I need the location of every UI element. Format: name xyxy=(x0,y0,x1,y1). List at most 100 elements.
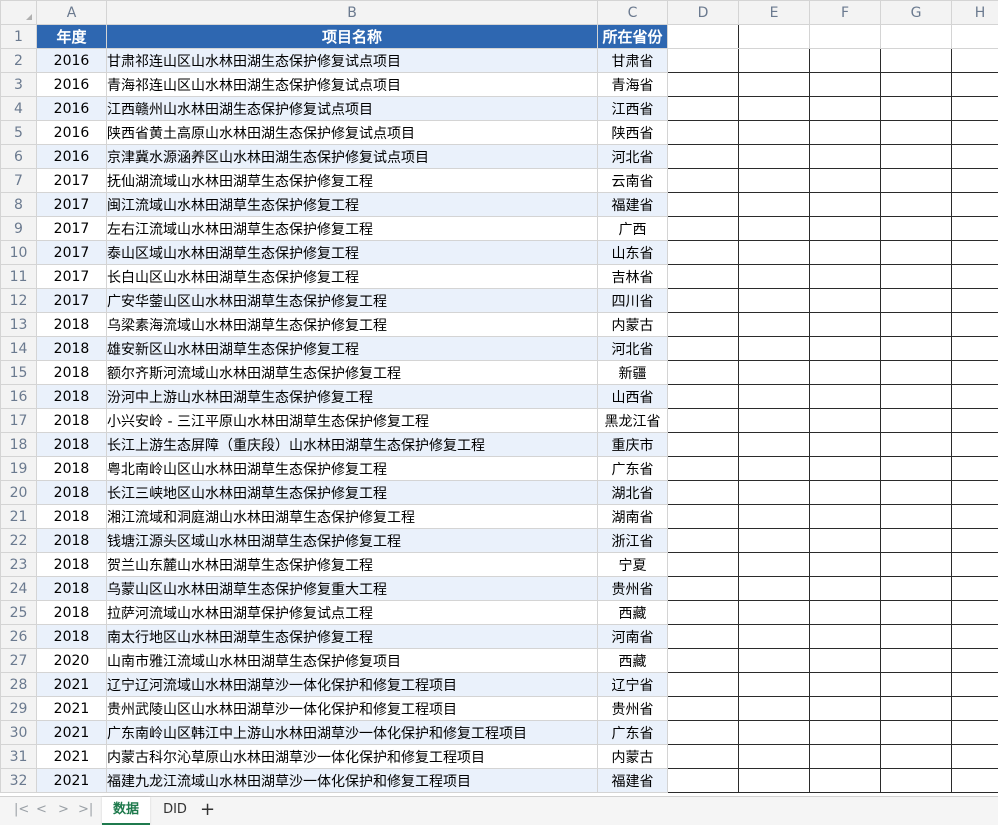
cell[interactable] xyxy=(668,385,739,409)
project-name-cell[interactable]: 拉萨河流域山水林田湖草保护修复试点工程 xyxy=(107,601,598,625)
province-cell[interactable]: 内蒙古 xyxy=(598,745,668,769)
cell[interactable] xyxy=(881,313,952,337)
project-name-cell[interactable]: 长江上游生态屏障（重庆段）山水林田湖草生态保护修复工程 xyxy=(107,433,598,457)
cell[interactable] xyxy=(952,97,998,121)
province-cell[interactable]: 山西省 xyxy=(598,385,668,409)
row-header[interactable]: 1 xyxy=(1,25,37,49)
year-cell[interactable]: 2016 xyxy=(37,121,107,145)
cell[interactable] xyxy=(739,409,810,433)
cell[interactable] xyxy=(668,217,739,241)
sheet-tab-data[interactable]: 数据 xyxy=(102,797,150,825)
cell[interactable] xyxy=(668,121,739,145)
cell[interactable] xyxy=(810,385,881,409)
year-cell[interactable]: 2021 xyxy=(37,673,107,697)
year-cell[interactable]: 2020 xyxy=(37,649,107,673)
province-cell[interactable]: 内蒙古 xyxy=(598,313,668,337)
cell[interactable] xyxy=(810,625,881,649)
cell[interactable] xyxy=(668,769,739,793)
cell[interactable] xyxy=(739,457,810,481)
project-name-cell[interactable]: 长白山区山水林田湖草生态保护修复工程 xyxy=(107,265,598,289)
cell[interactable] xyxy=(810,553,881,577)
cell[interactable] xyxy=(668,505,739,529)
cell[interactable] xyxy=(952,313,998,337)
header-cell-province[interactable]: 所在省份 xyxy=(598,25,668,49)
cell[interactable] xyxy=(952,649,998,673)
province-cell[interactable]: 黑龙江省 xyxy=(598,409,668,433)
cell[interactable] xyxy=(881,553,952,577)
cell[interactable] xyxy=(810,577,881,601)
year-cell[interactable]: 2016 xyxy=(37,73,107,97)
project-name-cell[interactable]: 青海祁连山区山水林田湖生态保护修复试点项目 xyxy=(107,73,598,97)
cell[interactable] xyxy=(952,385,998,409)
row-header[interactable]: 22 xyxy=(1,529,37,553)
project-name-cell[interactable]: 乌蒙山区山水林田湖草生态保护修复重大工程 xyxy=(107,577,598,601)
row-header[interactable]: 5 xyxy=(1,121,37,145)
year-cell[interactable]: 2017 xyxy=(37,241,107,265)
cell[interactable] xyxy=(810,769,881,793)
province-cell[interactable]: 福建省 xyxy=(598,193,668,217)
cell[interactable] xyxy=(881,337,952,361)
cell[interactable] xyxy=(810,457,881,481)
cell[interactable] xyxy=(952,217,998,241)
cell[interactable] xyxy=(881,169,952,193)
project-name-cell[interactable]: 汾河中上游山水林田湖草生态保护修复工程 xyxy=(107,385,598,409)
row-header[interactable]: 13 xyxy=(1,313,37,337)
cell[interactable] xyxy=(668,409,739,433)
province-cell[interactable]: 贵州省 xyxy=(598,697,668,721)
province-cell[interactable]: 贵州省 xyxy=(598,577,668,601)
province-cell[interactable]: 河北省 xyxy=(598,145,668,169)
row-header[interactable]: 15 xyxy=(1,361,37,385)
cell[interactable] xyxy=(810,409,881,433)
cell[interactable] xyxy=(881,673,952,697)
province-cell[interactable]: 云南省 xyxy=(598,169,668,193)
cell[interactable] xyxy=(810,673,881,697)
cell[interactable] xyxy=(881,481,952,505)
project-name-cell[interactable]: 粤北南岭山区山水林田湖草生态保护修复工程 xyxy=(107,457,598,481)
row-header[interactable]: 7 xyxy=(1,169,37,193)
cell[interactable] xyxy=(739,697,810,721)
year-cell[interactable]: 2021 xyxy=(37,721,107,745)
row-header[interactable]: 24 xyxy=(1,577,37,601)
cell[interactable] xyxy=(739,169,810,193)
cell[interactable] xyxy=(739,769,810,793)
cell[interactable] xyxy=(810,193,881,217)
province-cell[interactable]: 浙江省 xyxy=(598,529,668,553)
cell[interactable] xyxy=(810,745,881,769)
cell[interactable] xyxy=(952,241,998,265)
row-header[interactable]: 14 xyxy=(1,337,37,361)
cell[interactable] xyxy=(881,241,952,265)
cell[interactable] xyxy=(739,721,810,745)
cell[interactable] xyxy=(739,553,810,577)
province-cell[interactable]: 吉林省 xyxy=(598,265,668,289)
cell[interactable] xyxy=(952,481,998,505)
cell[interactable] xyxy=(739,577,810,601)
province-cell[interactable]: 广东省 xyxy=(598,457,668,481)
cell[interactable] xyxy=(881,385,952,409)
row-header[interactable]: 6 xyxy=(1,145,37,169)
cell[interactable] xyxy=(739,433,810,457)
cell[interactable] xyxy=(810,313,881,337)
year-cell[interactable]: 2018 xyxy=(37,481,107,505)
row-header[interactable]: 3 xyxy=(1,73,37,97)
sheet-tab-did[interactable]: DID xyxy=(158,797,192,823)
cell[interactable] xyxy=(810,649,881,673)
row-header[interactable]: 4 xyxy=(1,97,37,121)
year-cell[interactable]: 2018 xyxy=(37,313,107,337)
cell[interactable] xyxy=(810,25,881,49)
row-header[interactable]: 19 xyxy=(1,457,37,481)
project-name-cell[interactable]: 陕西省黄土高原山水林田湖生态保护修复试点项目 xyxy=(107,121,598,145)
cell[interactable] xyxy=(739,49,810,73)
cell[interactable] xyxy=(810,217,881,241)
cell[interactable] xyxy=(952,529,998,553)
cell[interactable] xyxy=(810,97,881,121)
cell[interactable] xyxy=(668,721,739,745)
cell[interactable] xyxy=(810,169,881,193)
cell[interactable] xyxy=(881,601,952,625)
year-cell[interactable]: 2017 xyxy=(37,265,107,289)
cell[interactable] xyxy=(810,49,881,73)
cell[interactable] xyxy=(952,289,998,313)
year-cell[interactable]: 2018 xyxy=(37,553,107,577)
year-cell[interactable]: 2018 xyxy=(37,505,107,529)
cell[interactable] xyxy=(952,25,998,49)
cell[interactable] xyxy=(739,745,810,769)
